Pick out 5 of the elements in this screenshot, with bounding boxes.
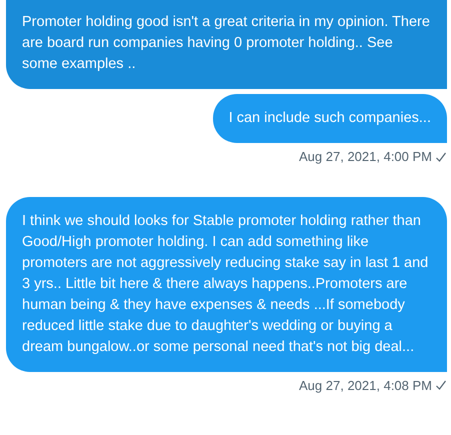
message-bubble: Promoter holding good isn't a great criteria in my opinion. There are board run companies having 0 promoter holding.. See some examples .. xyxy=(6,0,447,89)
message-bubble: I can include such companies... xyxy=(212,94,447,143)
message-bubble: I think we should looks for Stable promoter holding rather than Good/High promoter holding. I can add something like promoters are not aggressively reducing stake say in last 1 and 3 yrs.. Little bit here & there always happens..Promoters are human being & they have expenses & needs ...If somebody reduced little stake due to daughter's wedding or buying a dream bungalow..or some personal need that's not big deal... xyxy=(6,196,447,372)
message-timestamp: Aug 27, 2021, 4:00 PM xyxy=(299,148,432,166)
message-timestamp: Aug 27, 2021, 4:08 PM xyxy=(299,376,432,395)
